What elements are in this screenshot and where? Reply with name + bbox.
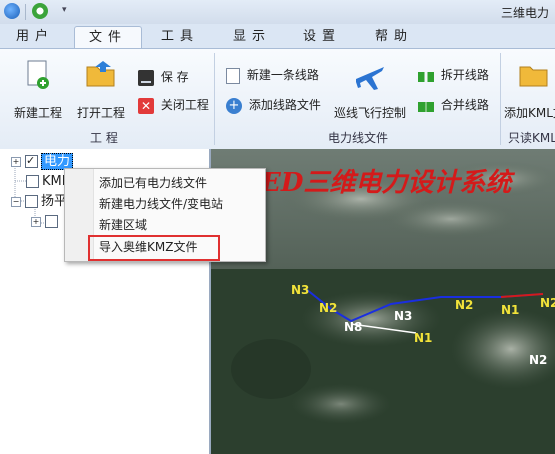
- node-label[interactable]: N1: [414, 331, 432, 345]
- quick-access-dropdown-icon[interactable]: ▾: [62, 5, 67, 15]
- save-button[interactable]: 保 存: [138, 67, 189, 87]
- node-label[interactable]: N2: [529, 353, 547, 367]
- separator: [25, 4, 26, 20]
- tab-tools[interactable]: 工具: [150, 26, 210, 48]
- tab-user[interactable]: 用户: [8, 26, 62, 48]
- add-kml-button[interactable]: 添加KML文: [504, 53, 555, 123]
- node-label[interactable]: N2: [540, 296, 555, 310]
- menu-item-new-area[interactable]: 新建区域: [99, 215, 147, 235]
- node-label[interactable]: N2: [319, 301, 337, 315]
- tab-settings[interactable]: 设置: [292, 26, 352, 48]
- merge-icon: [418, 102, 434, 112]
- tree-item-child[interactable]: +: [31, 213, 61, 231]
- node-label[interactable]: N8: [344, 320, 362, 334]
- split-line-button[interactable]: 拆开线路: [418, 65, 489, 85]
- new-document-icon: [27, 60, 49, 89]
- expand-icon[interactable]: +: [31, 216, 41, 227]
- new-line-button[interactable]: 新建一条线路: [226, 65, 319, 85]
- expand-icon[interactable]: +: [11, 156, 21, 167]
- refresh-icon[interactable]: [32, 3, 48, 19]
- open-folder-icon: [86, 61, 115, 87]
- save-disk-icon: [138, 69, 154, 86]
- add-circle-icon: +: [226, 97, 242, 114]
- tree-checkbox[interactable]: [45, 215, 58, 228]
- app-logo-icon: [4, 3, 20, 19]
- tree-checkbox[interactable]: [25, 152, 38, 170]
- tree-checkbox[interactable]: [25, 195, 38, 208]
- title-bar: ▾ 三维电力: [0, 0, 555, 25]
- close-red-icon: ✕: [138, 97, 154, 114]
- split-icon: [418, 72, 434, 82]
- group-separator: [500, 53, 501, 145]
- tree-item-yangping[interactable]: − 扬平: [11, 193, 67, 211]
- airplane-icon: [356, 67, 384, 90]
- tree-item-kml[interactable]: KML: [26, 173, 69, 191]
- ribbon: 新建工程 打开工程 保 存 ✕ 关闭工程 工 程 新建一条线路 + 添加线路文件…: [0, 48, 555, 150]
- group-label-line-file: 电力线文件: [328, 131, 389, 145]
- tab-help[interactable]: 帮助: [364, 26, 424, 48]
- highlight-annotation-box: [88, 235, 220, 261]
- tab-file[interactable]: 文件: [74, 26, 142, 49]
- add-line-file-button[interactable]: + 添加线路文件: [226, 95, 321, 115]
- group-label-readonly-kml: 只读KML文件: [508, 131, 555, 145]
- tab-display[interactable]: 显示: [222, 26, 282, 48]
- flight-control-button[interactable]: 巡线飞行控制: [330, 53, 410, 123]
- kml-folder-icon: [519, 66, 548, 87]
- open-project-button[interactable]: 打开工程: [72, 53, 130, 123]
- collapse-icon[interactable]: −: [11, 196, 21, 207]
- menu-item-new-line-file-substation[interactable]: 新建电力线文件/变电站: [99, 194, 223, 214]
- new-line-icon: [226, 67, 240, 84]
- group-separator: [214, 53, 215, 145]
- new-project-button[interactable]: 新建工程: [8, 53, 68, 123]
- close-project-button[interactable]: ✕ 关闭工程: [138, 95, 209, 115]
- node-label[interactable]: N2: [455, 298, 473, 312]
- node-label[interactable]: N3: [291, 283, 309, 297]
- menu-item-add-existing-line-file[interactable]: 添加已有电力线文件: [99, 173, 207, 193]
- merge-line-button[interactable]: 合并线路: [418, 95, 489, 115]
- node-label[interactable]: N3: [394, 309, 412, 323]
- tree-checkbox[interactable]: [26, 175, 39, 188]
- group-label-project: 工 程: [90, 131, 118, 145]
- node-label[interactable]: N1: [501, 303, 519, 317]
- window-title: 三维电力: [500, 6, 549, 20]
- ribbon-tab-row: 用户 文件 工具 显示 设置 帮助: [0, 24, 555, 49]
- map-overlay-title: ED三维电力设计系统: [260, 168, 515, 198]
